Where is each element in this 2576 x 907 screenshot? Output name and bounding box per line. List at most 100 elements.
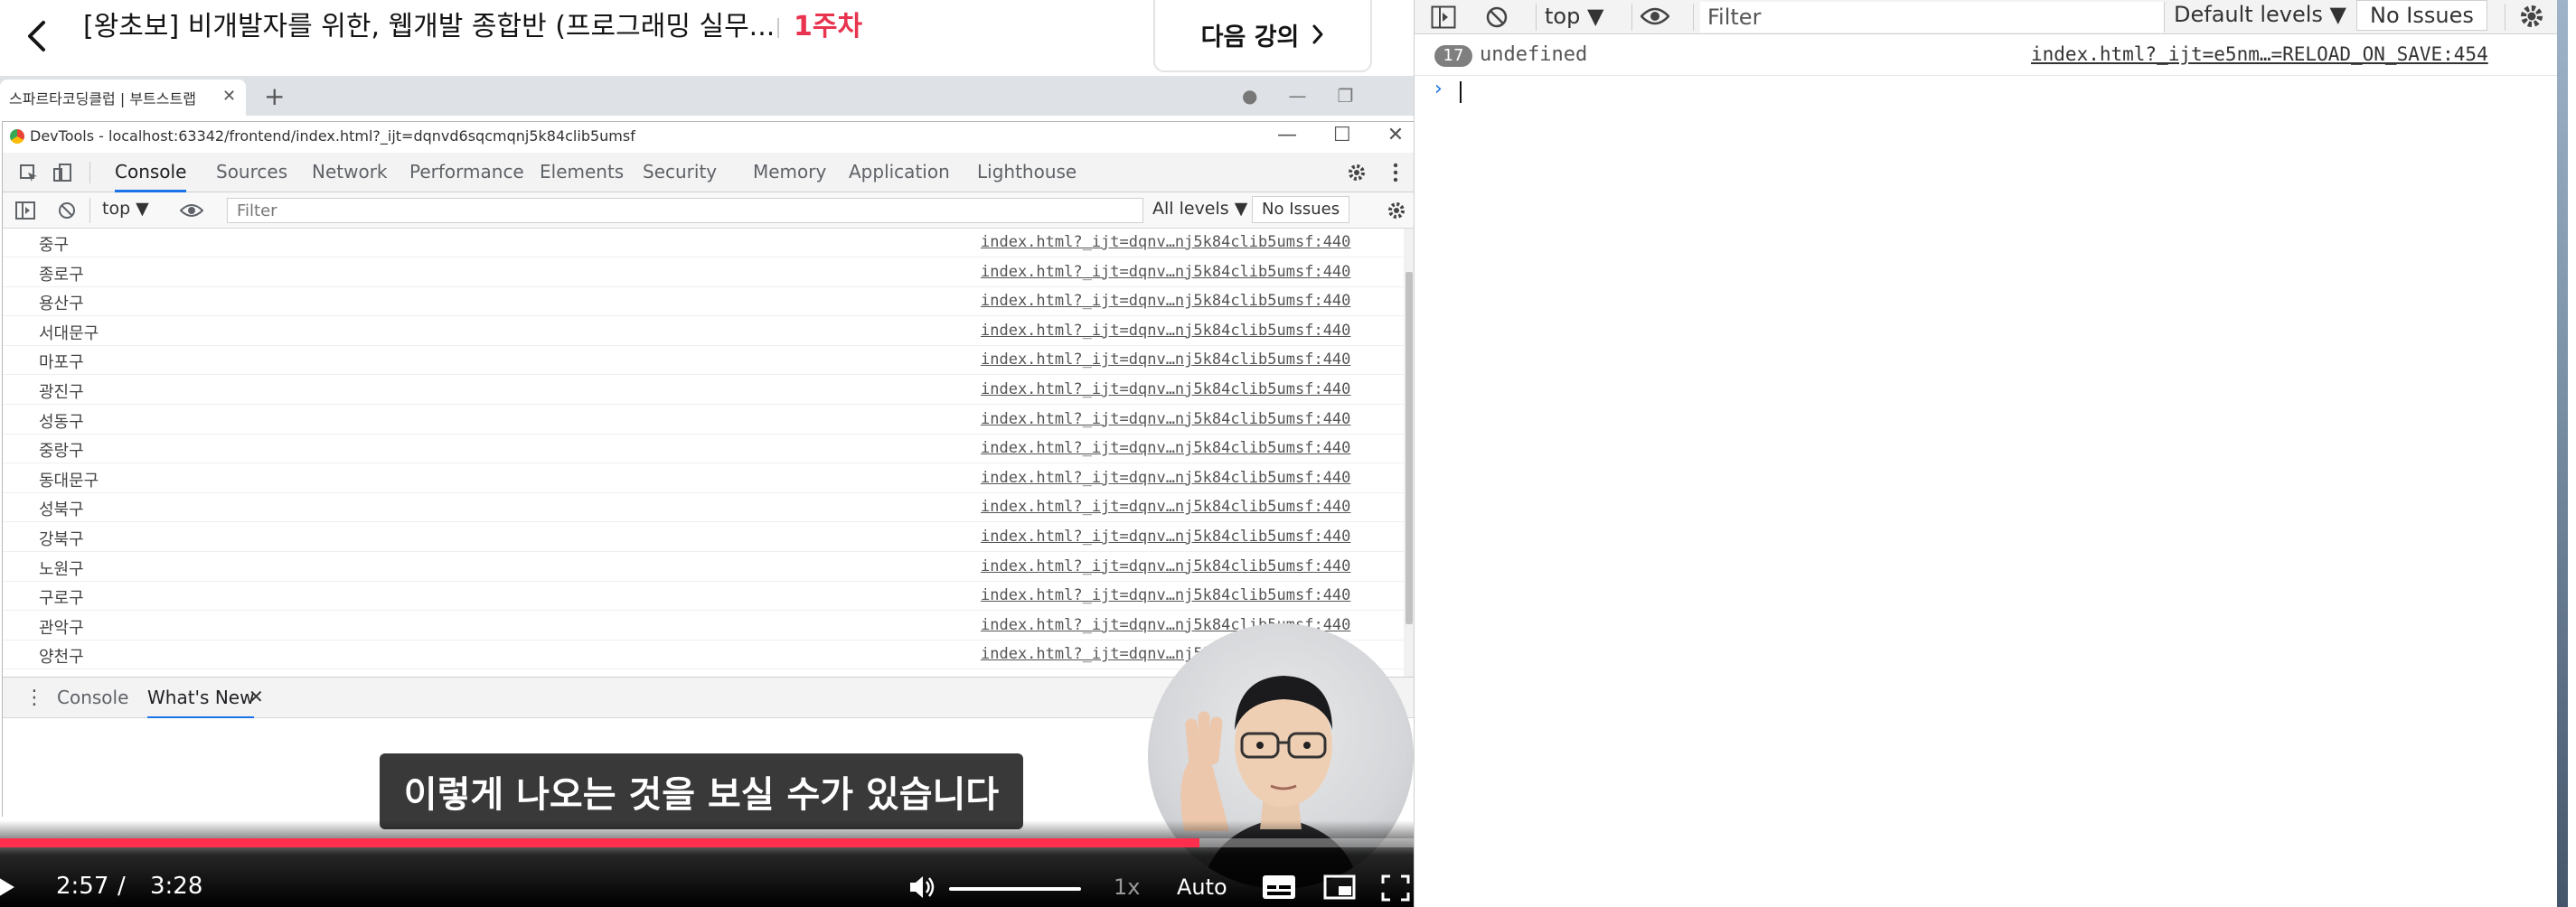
clear-console-icon[interactable]: [1485, 5, 1509, 29]
play-icon[interactable]: [0, 874, 16, 900]
log-row: 용산구 index.html?_ijt=dqnv…nj5k84clib5umsf:…: [3, 287, 1404, 317]
back-button[interactable]: [13, 9, 60, 63]
filter-input: Filter: [227, 198, 1143, 223]
log-source-link: index.html?_ijt=dqnv…nj5k84clib5umsf:440: [981, 351, 1351, 369]
lecture-video[interactable]: 스파르타코딩클럽 | 부트스트랩 ✕ + ● — ❐ DevTools - lo…: [0, 74, 1414, 907]
next-lesson-button[interactable]: 다음 강의: [1153, 0, 1372, 72]
sidebar-toggle-icon: [15, 201, 35, 220]
filter-input[interactable]: Filter: [1700, 2, 2165, 33]
context-select-value: top: [102, 199, 131, 219]
log-source-link: index.html?_ijt=dqnv…nj5k84clib5umsf:440: [981, 233, 1351, 251]
title-divider: [777, 18, 779, 38]
tab-performance: Performance: [409, 161, 524, 182]
log-row: 서대문구 index.html?_ijt=dqnv…nj5k84clib5umsf…: [3, 317, 1404, 346]
course-title: [왕초보] 비개발자를 위한, 웹개발 종합반 (프로그래밍 실무...: [83, 11, 776, 42]
context-select: top ▼: [102, 199, 149, 219]
tab-security: Security: [643, 161, 718, 182]
log-message: 용산구: [39, 295, 84, 314]
tab-lighthouse: Lighthouse: [977, 161, 1077, 182]
course-player-pane: [왕초보] 비개발자를 위한, 웹개발 종합반 (프로그래밍 실무... 1주차…: [0, 0, 1414, 907]
fullscreen-icon[interactable]: [1381, 874, 1410, 902]
inner-browser-tabstrip: 스파르타코딩클럽 | 부트스트랩 ✕ + ● — ❐: [0, 76, 1414, 116]
log-message: undefined: [1480, 43, 1588, 66]
close-icon: ✕: [222, 87, 237, 106]
log-source-link: index.html?_ijt=dqnv…nj5k84clib5umsf:440: [981, 468, 1351, 487]
gear-icon: [1349, 164, 1365, 181]
repeat-count-badge: 17: [1434, 45, 1472, 67]
desktop-background-edge: [2557, 0, 2568, 907]
gear-icon[interactable]: [2517, 2, 2546, 31]
log-source-link: index.html?_ijt=dqnv…nj5k84clib5umsf:440: [981, 439, 1351, 458]
devtools-window-controls: — ☐ ✕: [1277, 124, 1404, 146]
log-message: 동대문구: [39, 471, 99, 491]
console-scrollbar-thumb: [1406, 272, 1413, 624]
text-caret: [1460, 81, 1462, 103]
log-row: 성북구 index.html?_ijt=dqnv…nj5k84clib5umsf:…: [3, 493, 1404, 523]
minimize-icon: —: [1288, 85, 1307, 107]
log-row: 구로구 index.html?_ijt=dqnv…nj5k84clib5umsf:…: [3, 582, 1404, 612]
log-row: 관악구 index.html?_ijt=dqnv…nj5k84clib5umsf:…: [3, 612, 1404, 641]
log-message: 강북구: [39, 530, 84, 549]
tab-console: Console: [115, 153, 187, 192]
video-caption: 이렇게 나오는 것을 보실 수가 있습니다: [380, 753, 1023, 829]
context-select-value: top: [1545, 4, 1581, 29]
console-prompt[interactable]: ›: [1415, 76, 2568, 108]
device-toolbar-icon: [53, 164, 71, 182]
volume-slider[interactable]: [949, 887, 1081, 891]
log-message: 양천구: [39, 648, 84, 668]
log-row: 노원구 index.html?_ijt=dqnv…nj5k84clib5umsf:…: [3, 553, 1404, 582]
devtools-console-toolbar: top ▼ Filter All levels ▼ No Issues: [3, 192, 1414, 229]
video-control-row: 2:57 / 3:28 1x Auto: [0, 867, 1414, 907]
progress-bar-played: [0, 838, 1200, 847]
log-message: 관악구: [39, 618, 84, 638]
volume-icon[interactable]: [907, 873, 936, 902]
eye-icon: [180, 204, 203, 217]
new-tab-icon: +: [264, 81, 286, 111]
log-levels-value: Default levels: [2174, 2, 2323, 27]
gear-icon: [1388, 202, 1405, 219]
tab-application: Application: [849, 161, 950, 182]
console-log-list: 중구 index.html?_ijt=dqnv…nj5k84clib5umsf:4…: [3, 229, 1404, 677]
toolbar-divider: [1536, 4, 1537, 31]
clear-console-icon: [59, 202, 75, 219]
toolbar-divider: [1693, 4, 1694, 31]
log-source-link: index.html?_ijt=dqnv…nj5k84clib5umsf:440: [981, 528, 1351, 546]
subtitles-icon[interactable]: [1262, 874, 1296, 900]
minimize-icon: —: [1277, 124, 1297, 146]
sidebar-toggle-icon[interactable]: [1431, 5, 1456, 29]
tab-elements: Elements: [540, 161, 625, 182]
inner-tab-title: 스파르타코딩클럽 | 부트스트랩: [9, 90, 196, 108]
tab-memory: Memory: [753, 161, 827, 182]
context-select[interactable]: top ▼: [1545, 4, 1603, 29]
chevron-left-icon: [28, 21, 45, 51]
log-message: 노원구: [39, 559, 84, 579]
eye-icon[interactable]: [1641, 5, 1669, 27]
log-levels-select: All levels ▼: [1152, 199, 1248, 219]
issues-button: No Issues: [1252, 196, 1350, 223]
playback-speed-button[interactable]: 1x: [1114, 874, 1140, 900]
log-levels-value: All levels: [1152, 199, 1229, 219]
quality-button[interactable]: Auto: [1177, 874, 1227, 900]
total-time: 3:28: [150, 873, 203, 900]
issues-button[interactable]: No Issues: [2356, 0, 2487, 31]
next-lesson-label: 다음 강의: [1200, 23, 1300, 51]
log-row: 성동구 index.html?_ijt=dqnv…nj5k84clib5umsf:…: [3, 406, 1404, 435]
caption-text: 이렇게 나오는 것을 보실 수가 있습니다: [403, 774, 1000, 816]
picture-in-picture-icon[interactable]: [1323, 874, 1356, 900]
log-source-link: index.html?_ijt=dqnv…nj5k84clib5umsf:440: [981, 409, 1351, 428]
log-source-link[interactable]: index.html?_ijt=e5nm…=RELOAD_ON_SAVE:454: [2031, 43, 2488, 65]
log-source-link: index.html?_ijt=dqnv…nj5k84clib5umsf:440: [981, 380, 1351, 398]
log-message: 종로구: [39, 265, 84, 285]
log-message: 성동구: [39, 412, 84, 432]
log-message: 성북구: [39, 500, 84, 520]
log-levels-select[interactable]: Default levels ▼: [2174, 2, 2346, 27]
filter-placeholder: Filter: [1707, 5, 1762, 30]
log-message: 중구: [39, 236, 70, 255]
course-header: [왕초보] 비개발자를 위한, 웹개발 종합반 (프로그래밍 실무... 1주차…: [0, 0, 1414, 74]
devtools-window-title: DevTools - localhost:63342/frontend/inde…: [30, 127, 635, 145]
console-log-row: 17 undefined index.html?_ijt=e5nm…=RELOA…: [1415, 36, 2568, 76]
close-icon: ✕: [249, 686, 264, 707]
chrome-icon: [10, 129, 24, 144]
inner-window-controls: ● — ❐: [1242, 85, 1353, 107]
log-message: 중랑구: [39, 442, 84, 462]
